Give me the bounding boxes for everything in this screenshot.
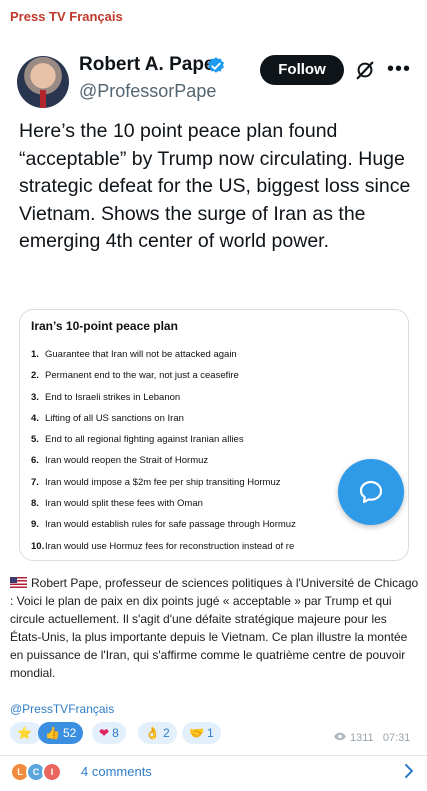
star-icon: ⭐	[17, 726, 32, 740]
caption-text: Robert Pape, professeur de sciences poli…	[10, 576, 419, 680]
comment-avatars[interactable]: L C I	[10, 762, 70, 782]
reaction-count: 8	[112, 726, 119, 740]
plan-title: Iran’s 10-point peace plan	[31, 319, 178, 333]
verified-badge-icon	[208, 57, 224, 73]
plan-item-text: Permanent end to the war, not just a cea…	[45, 370, 239, 382]
plan-item: 1. Guarantee that Iran will not be attack…	[31, 344, 408, 365]
plan-item-number: 7.	[31, 476, 39, 488]
plan-item-text: Lifting of all US sanctions on Iran	[45, 412, 184, 424]
plan-item-text: Guarantee that Iran will not be attacked…	[45, 349, 237, 360]
plan-item-text: End to Israeli strikes in Lebanon	[45, 391, 181, 403]
eye-icon	[334, 732, 346, 741]
grok-icon[interactable]	[354, 59, 376, 81]
comment-fab-button[interactable]	[338, 459, 404, 525]
ok-hand-icon: 👌	[145, 726, 160, 740]
reaction-count: 2	[162, 726, 170, 740]
plan-item-text: Iran would impose a $2m fee per ship tra…	[45, 476, 281, 488]
plan-item-text: Iran would establish rules for safe pass…	[45, 519, 296, 531]
author-avatar[interactable]	[17, 56, 69, 108]
plan-item-text: Iran would split these fees with Oman	[45, 498, 203, 510]
channel-link[interactable]: @PressTVFrançais	[10, 702, 114, 716]
plan-item: 5. End to all regional fighting against I…	[31, 429, 408, 450]
plan-item-number: 10.	[31, 540, 45, 552]
plan-item-number: 1.	[31, 349, 39, 360]
handshake-icon: 🤝	[189, 726, 204, 740]
plan-item-number: 5.	[31, 434, 39, 446]
more-options-icon[interactable]: •••	[387, 58, 411, 81]
plan-item-text: End to all regional fighting against Ira…	[45, 434, 244, 446]
reaction-heart[interactable]: ❤ 8	[92, 722, 126, 744]
plan-item-number: 8.	[31, 498, 39, 510]
post-meta: 1311 07:31	[333, 732, 410, 744]
plan-item: 4. Lifting of all US sanctions on Iran	[31, 408, 408, 429]
post-caption: Robert Pape, professeur de sciences poli…	[10, 574, 420, 682]
divider	[0, 755, 427, 756]
tweet-text: Here’s the 10 point peace plan found “ac…	[19, 120, 411, 252]
plan-item-number: 2.	[31, 370, 39, 382]
thumbs-up-icon: 👍	[45, 726, 60, 740]
chevron-right-icon[interactable]	[404, 763, 414, 779]
plan-item-number: 9.	[31, 519, 39, 531]
us-flag-icon	[10, 577, 27, 588]
peace-plan-image[interactable]: Iran’s 10-point peace plan 1. Guarantee t…	[19, 309, 409, 561]
plan-item-number: 6.	[31, 455, 39, 467]
plan-item-text: Iran would reopen the Strait of Hormuz	[45, 455, 209, 467]
plan-item: 3. End to Israeli strikes in Lebanon	[31, 387, 408, 408]
reaction-thumbs-up[interactable]: 👍 52	[38, 722, 84, 744]
chat-bubble-icon	[359, 480, 383, 504]
plan-item: 10.Iran would use Hormuz fees for recons…	[31, 536, 408, 557]
post-time: 07:31	[382, 732, 411, 744]
follow-button[interactable]: Follow	[260, 55, 344, 85]
channel-name[interactable]: Press TV Français	[10, 9, 123, 24]
reaction-count: 52	[62, 726, 77, 740]
plan-item: 2. Permanent end to the war, not just a c…	[31, 365, 408, 386]
view-count: 1311	[350, 732, 374, 744]
comments-link[interactable]: 4 comments	[81, 764, 152, 779]
commenter-avatar: I	[42, 762, 62, 782]
plan-item-number: 4.	[31, 412, 39, 424]
reaction-count: 1	[206, 726, 214, 740]
plan-item-text: Iran would use Hormuz fees for reconstru…	[45, 540, 295, 552]
plan-list: 1. Guarantee that Iran will not be attack…	[31, 344, 408, 557]
author-name[interactable]: Robert A. Pape	[79, 54, 215, 76]
reaction-ok-hand[interactable]: 👌 2	[138, 722, 177, 744]
reaction-handshake[interactable]: 🤝 1	[182, 722, 221, 744]
plan-item-number: 3.	[31, 391, 39, 403]
author-handle[interactable]: @ProfessorPape	[79, 81, 216, 102]
heart-icon: ❤	[99, 726, 110, 740]
